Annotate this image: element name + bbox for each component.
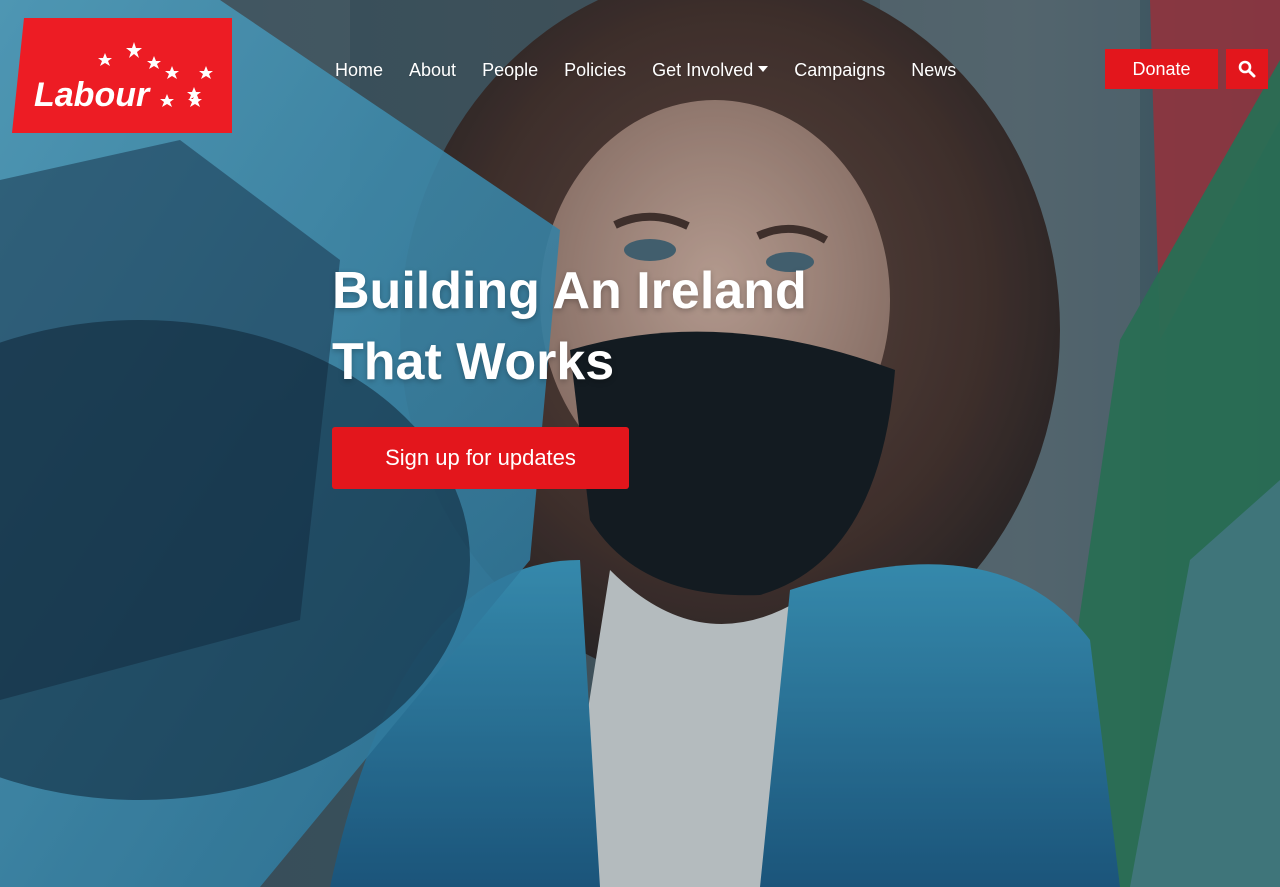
hero-headline-line2: That Works bbox=[332, 333, 615, 391]
nav-item-home[interactable]: Home bbox=[322, 60, 396, 81]
nav-item-get-involved[interactable]: Get Involved bbox=[639, 60, 781, 81]
logo-wordmark: Labour bbox=[34, 76, 151, 114]
labour-logo[interactable]: Labour bbox=[12, 18, 232, 133]
nav-item-about[interactable]: About bbox=[396, 60, 469, 81]
nav-item-campaigns[interactable]: Campaigns bbox=[781, 60, 898, 81]
hero-headline-line1: Building An Ireland bbox=[332, 262, 807, 320]
nav-item-people[interactable]: People bbox=[469, 60, 551, 81]
search-icon bbox=[1238, 60, 1256, 78]
donate-button[interactable]: Donate bbox=[1105, 49, 1218, 89]
search-button[interactable] bbox=[1226, 49, 1268, 89]
nav-item-get-involved-label: Get Involved bbox=[652, 59, 754, 80]
hero-headline: Building An Ireland That Works bbox=[332, 256, 892, 398]
hero-section: Labour Home About People Policies Get In… bbox=[0, 0, 1280, 887]
hero-overlay bbox=[0, 0, 1280, 887]
nav-item-policies[interactable]: Policies bbox=[551, 60, 639, 81]
main-nav: Home About People Policies Get Involved … bbox=[322, 48, 969, 92]
nav-item-news[interactable]: News bbox=[898, 60, 969, 81]
sign-up-button[interactable]: Sign up for updates bbox=[332, 427, 629, 489]
chevron-down-icon bbox=[758, 66, 769, 72]
